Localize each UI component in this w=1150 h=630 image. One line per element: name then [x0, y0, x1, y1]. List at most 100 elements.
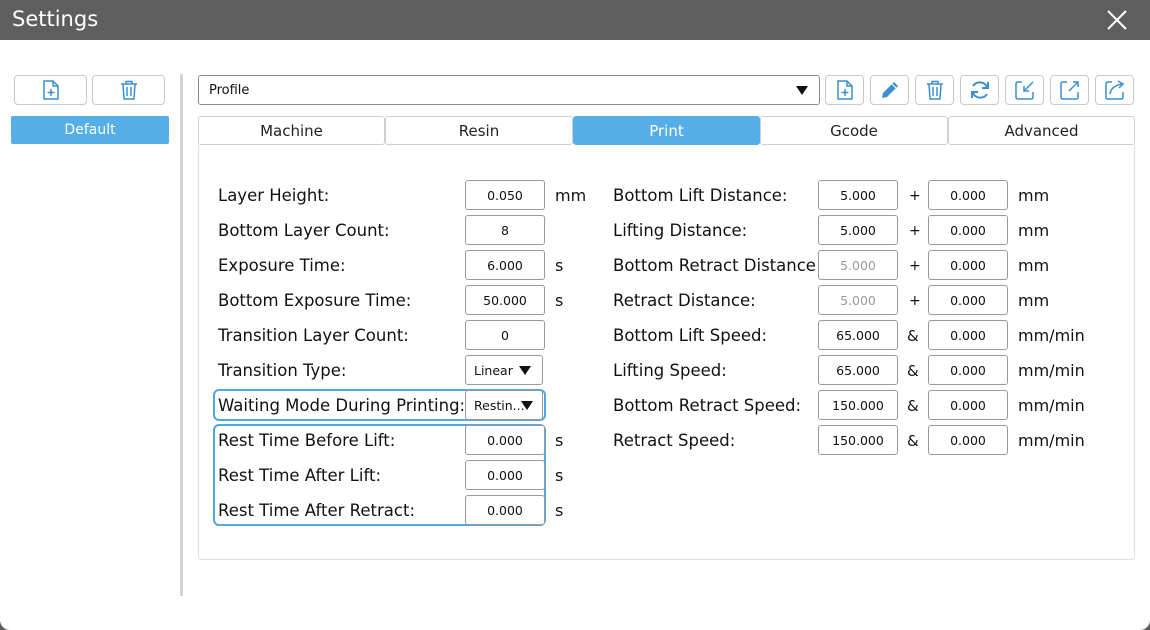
waiting-mode-value: Restin...	[474, 398, 525, 413]
trash-icon	[926, 80, 943, 100]
bottom-lift-speed-input[interactable]: 65.000	[818, 320, 898, 350]
plus-symbol: +	[909, 223, 921, 239]
retract-speed-label: Retract Speed:	[613, 431, 736, 450]
exposure-time-unit: s	[555, 256, 564, 275]
retract-distance-label: Retract Distance:	[613, 291, 756, 310]
edit-icon	[881, 82, 898, 98]
rest-after-lift-label: Rest Time After Lift:	[218, 466, 382, 485]
lifting-distance-input[interactable]: 5.000	[818, 215, 898, 245]
retract-speed-unit: mm/min	[1018, 431, 1085, 450]
bottom-retract-speed-label: Bottom Retract Speed:	[613, 396, 802, 415]
refresh-button[interactable]	[960, 75, 999, 105]
exposure-time-label: Exposure Time:	[218, 256, 346, 275]
lifting-speed-label: Lifting Speed:	[613, 361, 727, 380]
add-file-icon	[42, 80, 59, 100]
retract-distance-unit: mm	[1018, 291, 1050, 310]
bottom-lift-distance-unit: mm	[1018, 186, 1050, 205]
rest-before-lift-unit: s	[555, 431, 564, 450]
transition-type-value: Linear	[474, 363, 513, 378]
export-button[interactable]	[1050, 75, 1089, 105]
rest-before-lift-input[interactable]: 0.000	[465, 425, 545, 455]
bottom-layer-count-input[interactable]: 8	[465, 215, 545, 245]
bottom-retract-speed-extra-input[interactable]: 0.000	[928, 390, 1008, 420]
ampersand-symbol: &	[907, 432, 919, 450]
window-title: Settings	[12, 7, 99, 31]
tab-advanced[interactable]: Advanced	[948, 116, 1135, 145]
lifting-distance-label: Lifting Distance:	[613, 221, 748, 240]
rest-after-lift-unit: s	[555, 466, 564, 485]
bottom-retract-distance-input: 5.000	[818, 250, 898, 280]
layer-height-unit: mm	[555, 186, 587, 205]
transition-type-select[interactable]: Linear	[465, 355, 543, 385]
lifting-speed-extra-input[interactable]: 0.000	[928, 355, 1008, 385]
bottom-retract-distance-extra-input[interactable]: 0.000	[928, 250, 1008, 280]
settings-window: Settings Default Profile Machine Resin P…	[0, 0, 1150, 630]
delete-profile-button[interactable]	[92, 75, 165, 105]
exposure-time-input[interactable]: 6.000	[465, 250, 545, 280]
export-icon	[1059, 81, 1079, 100]
transition-type-label: Transition Type:	[218, 361, 347, 380]
layer-height-input[interactable]: 0.050	[465, 180, 545, 210]
tab-print[interactable]: Print	[573, 116, 760, 145]
bottom-lift-speed-label: Bottom Lift Speed:	[613, 326, 768, 345]
transition-layer-count-input[interactable]: 0	[465, 320, 545, 350]
new-profile-button[interactable]	[825, 75, 864, 105]
export-all-button[interactable]	[1095, 75, 1134, 105]
title-bar: Settings	[0, 0, 1150, 40]
rest-after-retract-label: Rest Time After Retract:	[218, 501, 416, 520]
bottom-lift-speed-unit: mm/min	[1018, 326, 1085, 345]
lifting-speed-input[interactable]: 65.000	[818, 355, 898, 385]
bottom-lift-distance-label: Bottom Lift Distance:	[613, 186, 788, 205]
import-button[interactable]	[1005, 75, 1044, 105]
refresh-icon	[970, 81, 989, 99]
rest-after-retract-input[interactable]: 0.000	[465, 495, 545, 525]
bottom-retract-speed-unit: mm/min	[1018, 396, 1085, 415]
waiting-mode-label: Waiting Mode During Printing:	[218, 396, 466, 415]
plus-symbol: +	[909, 258, 921, 274]
chevron-down-icon	[796, 86, 808, 95]
plus-symbol: +	[909, 293, 921, 309]
lifting-speed-unit: mm/min	[1018, 361, 1085, 380]
ampersand-symbol: &	[907, 327, 919, 345]
transition-layer-count-label: Transition Layer Count:	[218, 326, 409, 345]
tab-gcode[interactable]: Gcode	[760, 116, 948, 145]
plus-symbol: +	[909, 188, 921, 204]
bottom-layer-count-label: Bottom Layer Count:	[218, 221, 390, 240]
waiting-mode-select[interactable]: Restin...	[465, 390, 543, 420]
lifting-distance-unit: mm	[1018, 221, 1050, 240]
retract-speed-input[interactable]: 150.000	[818, 425, 898, 455]
chevron-down-icon	[519, 366, 531, 375]
tab-resin[interactable]: Resin	[385, 116, 573, 145]
chevron-down-icon	[521, 401, 533, 410]
bottom-exposure-time-unit: s	[555, 291, 564, 310]
bottom-retract-distance-unit: mm	[1018, 256, 1050, 275]
bottom-retract-distance-label: Bottom Retract Distance:	[613, 256, 822, 275]
rest-before-lift-label: Rest Time Before Lift:	[218, 431, 396, 450]
bottom-lift-distance-input[interactable]: 5.000	[818, 180, 898, 210]
rest-after-retract-unit: s	[555, 501, 564, 520]
bottom-lift-speed-extra-input[interactable]: 0.000	[928, 320, 1008, 350]
profile-item-default[interactable]: Default	[11, 116, 169, 144]
rest-after-lift-input[interactable]: 0.000	[465, 460, 545, 490]
ampersand-symbol: &	[907, 397, 919, 415]
add-profile-button[interactable]	[14, 75, 87, 105]
sidebar-divider	[180, 74, 183, 596]
tab-machine[interactable]: Machine	[198, 116, 385, 145]
layer-height-label: Layer Height:	[218, 186, 330, 205]
retract-speed-extra-input[interactable]: 0.000	[928, 425, 1008, 455]
ampersand-symbol: &	[907, 362, 919, 380]
bottom-lift-distance-extra-input[interactable]: 0.000	[928, 180, 1008, 210]
bottom-retract-speed-input[interactable]: 150.000	[818, 390, 898, 420]
retract-distance-input: 5.000	[818, 285, 898, 315]
bottom-exposure-time-input[interactable]: 50.000	[465, 285, 545, 315]
profile-select[interactable]: Profile	[198, 75, 820, 105]
close-button[interactable]	[1103, 6, 1131, 34]
retract-distance-extra-input[interactable]: 0.000	[928, 285, 1008, 315]
rename-profile-button[interactable]	[870, 75, 909, 105]
bottom-exposure-time-label: Bottom Exposure Time:	[218, 291, 412, 310]
close-icon	[1107, 10, 1127, 30]
lifting-distance-extra-input[interactable]: 0.000	[928, 215, 1008, 245]
import-icon	[1014, 81, 1034, 100]
export-all-icon	[1104, 80, 1124, 100]
delete-button[interactable]	[915, 75, 954, 105]
